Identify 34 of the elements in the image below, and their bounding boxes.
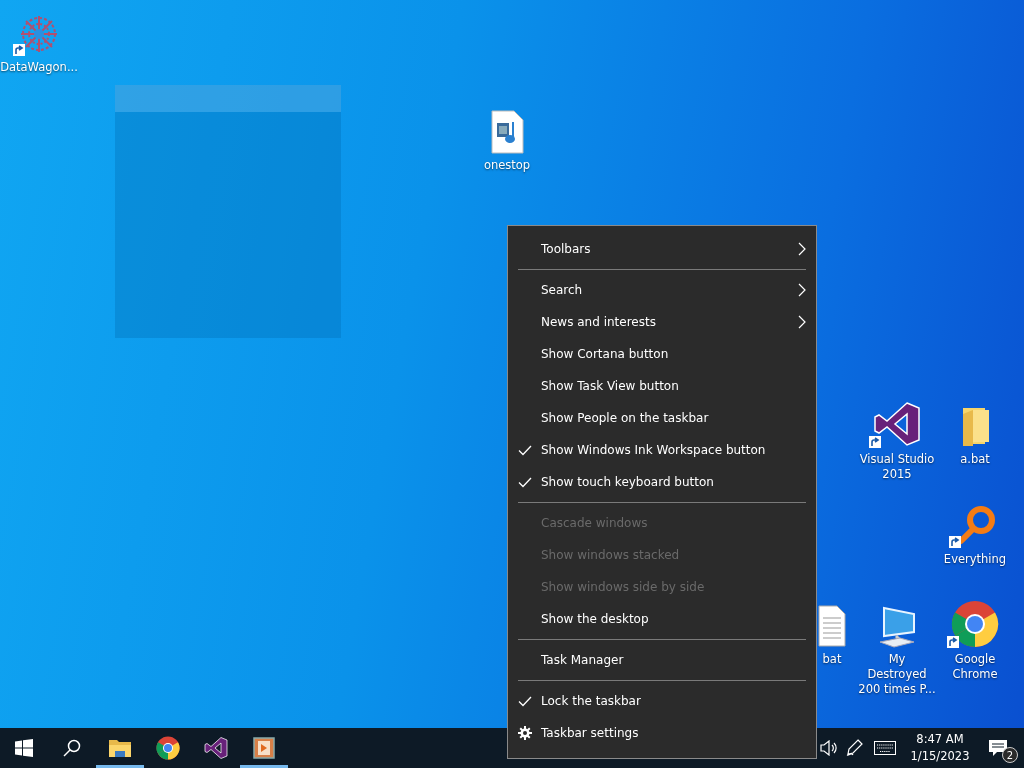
desktop-icon-label[interactable]: a.bat [936,452,1014,467]
settings-icon [518,726,532,740]
desktop-icon-label[interactable]: Visual Studio 2015 [858,452,936,482]
document-icon[interactable] [817,604,847,648]
menu-item[interactable]: Lock the taskbar [508,685,816,717]
menu-item[interactable]: Show Windows Ink Workspace button [508,434,816,466]
notification-button[interactable]: 2 [978,728,1018,768]
media-file-icon[interactable] [489,110,525,154]
windows-logo-icon [15,739,33,757]
notification-count: 2 [1002,747,1018,763]
search-icon [63,739,81,757]
visual-studio-icon[interactable] [873,400,921,448]
chrome-icon[interactable] [951,600,999,648]
chrome-icon [156,736,180,760]
menu-item[interactable]: Toolbars [508,233,816,265]
desktop-icon-label[interactable]: My Destroyed 200 times P... [858,652,936,697]
menu-item[interactable]: Task Manager [508,644,816,676]
message-icon [988,739,1008,757]
menu-item[interactable]: Show the desktop [508,603,816,635]
file-explorer-icon [108,737,132,759]
visual-studio-icon [204,736,228,760]
menu-item[interactable]: News and interests [508,306,816,338]
menu-item[interactable]: Search [508,274,816,306]
clock[interactable]: 8:47 AM 1/15/2023 [902,728,978,768]
menu-item[interactable]: Show Cortana button [508,338,816,370]
menu-item[interactable]: Show Task View button [508,370,816,402]
desktop-icon-label[interactable]: bat [819,652,845,667]
desktop-icon-label[interactable]: Google Chrome [936,652,1014,682]
media-player-icon [253,737,275,759]
desktop-icon-label[interactable]: Everything [936,552,1014,567]
menu-item[interactable]: Taskbar settings [508,717,816,749]
menu-item[interactable]: Show touch keyboard button [508,466,816,498]
desktop-icon-label[interactable]: onestop [468,158,546,173]
menu-item[interactable]: Show People on the taskbar [508,402,816,434]
